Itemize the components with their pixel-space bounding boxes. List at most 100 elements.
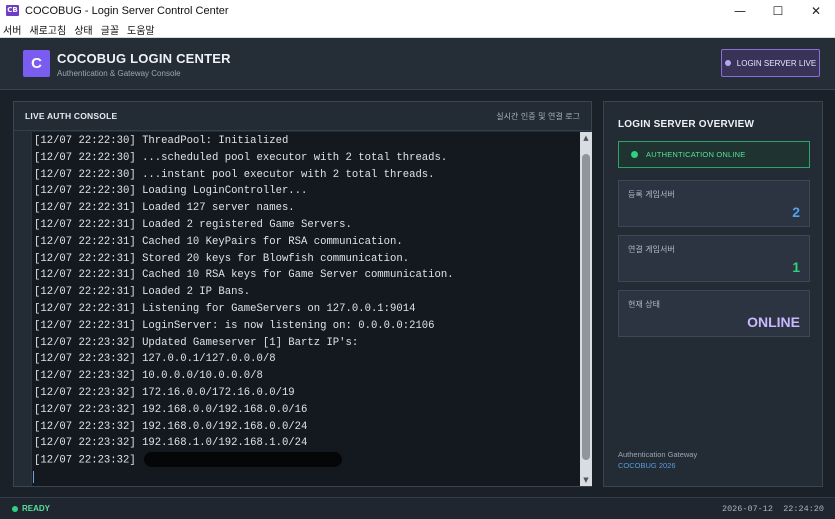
gateway-label: Authentication Gateway [618,450,698,459]
current-status-card: 현재 상태 ONLINE [618,290,810,337]
maximize-button[interactable]: ☐ [759,0,797,21]
log-line: [12/07 22:22:31] Cached 10 RSA keys for … [34,267,454,284]
menu-refresh[interactable]: 새로고침 [25,22,70,37]
stat-value: 2 [792,204,800,220]
status-date: 2026-07-12 [721,504,773,514]
log-timestamp: [12/07 22:22:31] [34,319,136,332]
log-timestamp: [12/07 22:22:31] [34,218,136,231]
stat-label: 등록 게임서버 [628,190,675,199]
log-line: [12/07 22:22:31] Cached 10 KeyPairs for … [34,234,454,251]
login-server-live-button[interactable]: LOGIN SERVER LIVE [721,49,820,77]
log-timestamp: [12/07 22:23:32] [34,370,136,383]
log-line: [12/07 22:22:31] LoginServer: is now lis… [34,318,454,335]
brand-logo: C [23,50,50,77]
ready-dot-icon [12,506,18,512]
log-timestamp: [12/07 22:22:31] [34,286,136,299]
log-line: [12/07 22:23:32] 192.168.0.0/192.168.0.0… [34,402,454,419]
log-message: 192.168.1.0/192.168.1.0/24 [142,437,308,450]
live-dot-icon [724,60,731,66]
log-timestamp: [12/07 22:22:31] [34,302,136,315]
live-auth-console-panel: LIVE AUTH CONSOLE 실시간 인증 및 연결 로그 [12/07 … [13,101,592,487]
online-dot-icon [631,151,638,158]
log-timestamp: [12/07 22:23:32] [34,420,136,433]
log-line: [12/07 22:23:32] 192.168.1.0/192.168.1.0… [34,435,454,452]
menu-font[interactable]: 글꼴 [97,22,123,37]
login-server-overview-panel: LOGIN SERVER OVERVIEW AUTHENTICATION ONL… [603,101,823,487]
log-line: [12/07 22:22:30] ...scheduled pool execu… [34,150,454,167]
stat-label: 연결 게임서버 [628,245,675,254]
log-message: 192.168.0.0/192.168.0.0/16 [142,403,308,416]
menu-bar: 서버 새로고침 상태 글꼴 도움말 [0,21,835,38]
minimize-button[interactable]: — [721,0,759,21]
log-message: ...instant pool executor with 2 total th… [142,168,435,181]
log-message: 10.0.0.0/10.0.0.0/8 [142,370,263,383]
log-message: Stored 20 keys for Blowfish communicatio… [142,252,410,265]
log-timestamp: [12/07 22:23:32] [34,353,136,366]
log-timestamp: [12/07 22:23:32] [34,454,136,467]
menu-status[interactable]: 상태 [70,22,96,37]
log-timestamp: [12/07 22:22:31] [34,269,136,282]
log-line: [12/07 22:22:31] Loaded 127 server names… [34,200,454,217]
status-bar: READY 2026-07-12 22:24:20 [0,497,835,519]
stat-value: ONLINE [747,314,800,330]
status-clock: 2026-07-12 22:24:20 [722,504,824,514]
log-message: Loaded 2 registered Game Servers. [142,218,352,231]
close-button[interactable]: ✕ [797,0,835,21]
authentication-status-text: AUTHENTICATION ONLINE [646,150,746,159]
log-timestamp: [12/07 22:22:30] [34,135,136,147]
text-caret [33,471,34,483]
log-message: Cached 10 KeyPairs for RSA communication… [142,235,403,248]
stat-value: 1 [792,259,800,275]
live-button-label: LOGIN SERVER LIVE [736,58,817,68]
scroll-down-icon[interactable]: ▼ [580,474,592,486]
log-line: [12/07 22:22:30] Loading LoginController… [34,183,454,200]
log-line: [12/07 22:22:31] Stored 20 keys for Blow… [34,251,454,268]
menu-help[interactable]: 도움말 [123,22,159,37]
overview-title: LOGIN SERVER OVERVIEW [618,119,755,130]
log-line: [12/07 22:23:32] [34,452,454,469]
brand-subtitle: Authentication & Gateway Console [57,69,181,78]
registered-gameservers-card: 등록 게임서버 2 [618,180,810,227]
console-hint: 실시간 인증 및 연결 로그 [496,111,580,121]
window-titlebar: CB COCOBUG - Login Server Control Center… [0,0,835,21]
log-timestamp: [12/07 22:23:32] [34,336,136,349]
log-line: [12/07 22:22:31] Loaded 2 registered Gam… [34,217,454,234]
window-controls: — ☐ ✕ [721,0,835,21]
log-line: [12/07 22:23:32] Updated Gameserver [1] … [34,335,454,352]
authentication-status-badge: AUTHENTICATION ONLINE [618,141,810,168]
console-title: LIVE AUTH CONSOLE [25,111,118,121]
menu-server[interactable]: 서버 [0,22,25,37]
log-line: [12/07 22:23:32] 172.16.0.0/172.16.0.0/1… [34,385,454,402]
console-gutter [31,132,32,486]
log-timestamp: [12/07 22:23:32] [34,386,136,399]
scroll-up-icon[interactable]: ▲ [580,132,592,144]
log-line: [12/07 22:22:31] Listening for GameServe… [34,301,454,318]
log-message: LoginServer: is now listening on: 0.0.0.… [142,319,435,332]
log-message: Listening for GameServers on 127.0.0.1:9… [142,302,416,315]
log-message: Cached 10 RSA keys for Game Server commu… [142,269,454,282]
scroll-thumb[interactable] [582,154,590,460]
log-timestamp: [12/07 22:22:31] [34,252,136,265]
log-line: [12/07 22:22:30] ...instant pool executo… [34,167,454,184]
log-message: 172.16.0.0/172.16.0.0/19 [142,386,295,399]
log-lines: [12/07 22:22:30] ThreadPool: Initialized… [34,133,454,469]
log-message: ...scheduled pool executor with 2 total … [142,151,448,164]
log-timestamp: [12/07 22:22:31] [34,235,136,248]
status-time: 22:24:20 [783,504,824,514]
log-timestamp: [12/07 22:22:30] [34,185,136,198]
log-message: Loaded 2 IP Bans. [142,286,251,299]
log-message: Updated Gameserver [1] Bartz IP's: [142,336,359,349]
log-timestamp: [12/07 22:22:30] [34,151,136,164]
log-line: [12/07 22:22:31] Loaded 2 IP Bans. [34,284,454,301]
ready-status: READY [22,504,51,513]
window-title: COCOBUG - Login Server Control Center [25,4,229,17]
console-log-area[interactable]: [12/07 22:22:30] ThreadPool: Initialized… [31,132,580,486]
copyright-label: COCOBUG 2026 [618,461,676,470]
log-timestamp: [12/07 22:23:32] [34,437,136,450]
app-icon: CB [6,5,19,16]
console-scrollbar[interactable]: ▲ ▼ [580,132,592,486]
log-line: [12/07 22:23:32] 127.0.0.1/127.0.0.0/8 [34,351,454,368]
connected-gameservers-card: 연결 게임서버 1 [618,235,810,282]
console-header: LIVE AUTH CONSOLE 실시간 인증 및 연결 로그 [14,102,591,131]
stat-label: 현재 상태 [628,300,660,309]
